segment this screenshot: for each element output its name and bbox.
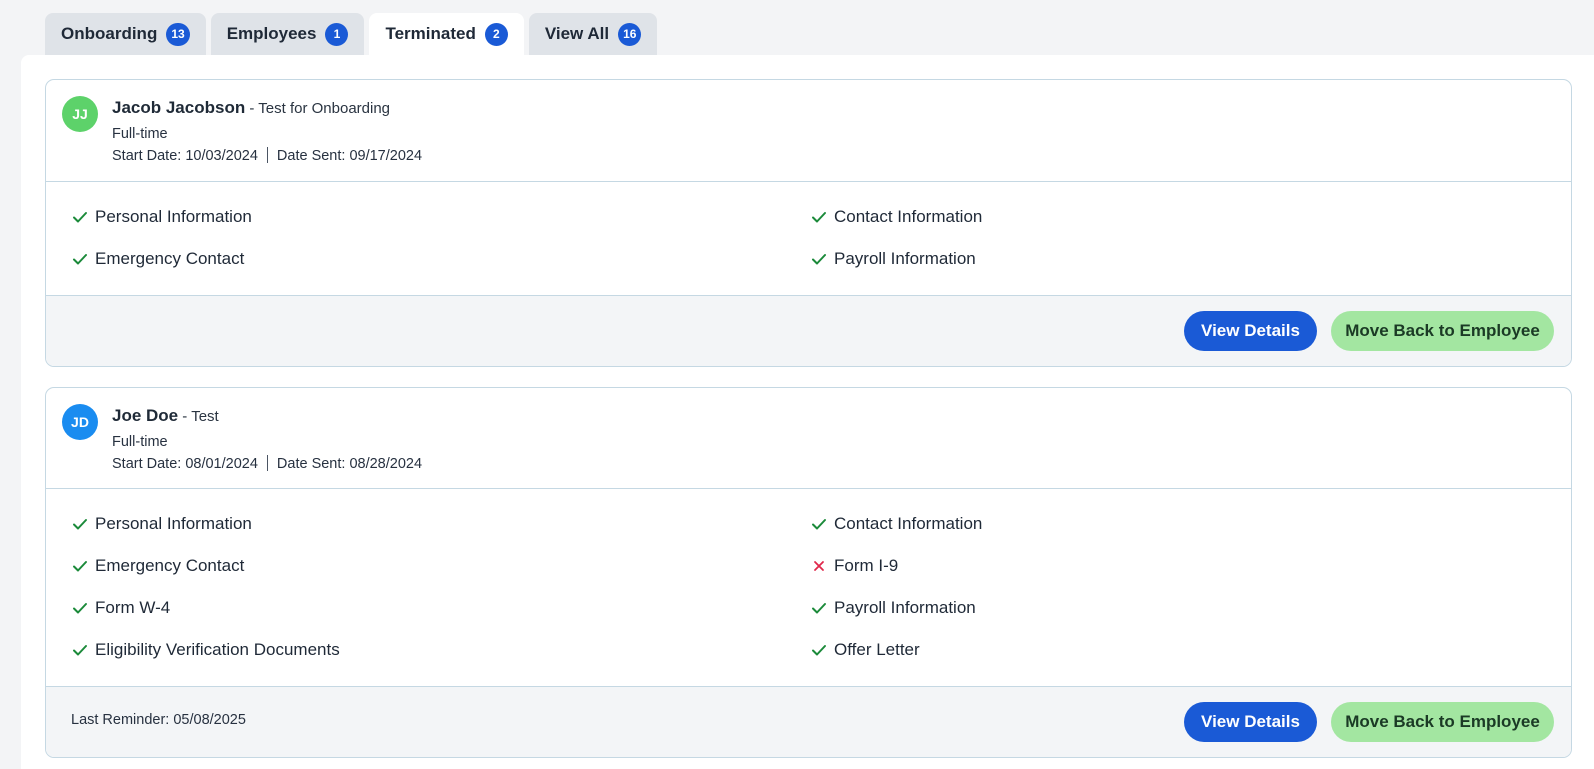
tab-label: Terminated <box>385 24 476 43</box>
checklist-item-label: Form I-9 <box>834 556 899 575</box>
checklist-item-label: Eligibility Verification Documents <box>95 640 340 659</box>
checkmark-icon <box>71 641 89 659</box>
employment-type: Full-time <box>112 126 168 142</box>
checklist-item-label: Emergency Contact <box>95 556 245 575</box>
count-badge: 13 <box>166 22 190 46</box>
card-footer: View Details Move Back to Employee <box>46 295 1571 366</box>
checklist-item: Contact Information <box>810 206 1510 228</box>
checklist-item: Offer Letter <box>810 639 1510 661</box>
cross-icon <box>810 557 828 575</box>
last-reminder: Last Reminder: 05/08/2025 <box>71 712 246 728</box>
tab-label: Employees <box>226 24 317 43</box>
count-badge: 1 <box>325 22 349 46</box>
start-date: Start Date: 08/01/2024 <box>112 456 258 472</box>
date-sent: Date Sent: 09/17/2024 <box>276 148 423 164</box>
checkmark-icon <box>71 250 89 268</box>
checklist-item-label: Form W-4 <box>95 598 171 617</box>
checklist-item-label: Payroll Information <box>834 598 976 617</box>
checklist-item: Personal Information <box>71 206 810 228</box>
checklist-item-label: Contact Information <box>834 207 983 226</box>
dates-row: Start Date: 08/01/2024 Date Sent: 08/28/2… <box>112 453 422 475</box>
move-back-to-employee-button[interactable]: Move Back to Employee <box>1331 311 1554 351</box>
tab-terminated[interactable]: Terminated 2 <box>369 13 524 55</box>
status-tabs: Onboarding 13 Employees 1 Terminated 2 V… <box>45 13 658 55</box>
date-sent: Date Sent: 08/28/2024 <box>276 456 423 472</box>
tab-onboarding[interactable]: Onboarding 13 <box>45 13 206 55</box>
employee-name: Joe Doe <box>112 406 179 425</box>
employee-name: Jacob Jacobson <box>112 98 246 117</box>
checkmark-icon <box>810 515 828 533</box>
divider <box>266 147 268 163</box>
tab-view-all[interactable]: View All 16 <box>528 13 658 55</box>
checkmark-icon <box>810 599 828 617</box>
checklist-item: Emergency Contact <box>71 555 810 577</box>
onboarding-checklist: Personal Information Contact Information E… <box>46 489 1571 661</box>
checklist-item: Payroll Information <box>810 248 1510 270</box>
tab-employees[interactable]: Employees 1 <box>210 13 365 55</box>
card-header: JD Joe Doe - Test Full-time Start Date: … <box>46 388 1571 489</box>
checklist-item: Personal Information <box>71 513 810 535</box>
employee-role: - Test for Onboarding <box>245 100 391 117</box>
view-details-button[interactable]: View Details <box>1184 702 1317 742</box>
checkmark-icon <box>71 599 89 617</box>
avatar: JJ <box>62 96 98 132</box>
checklist-item: Form I-9 <box>810 555 1510 577</box>
divider <box>266 455 268 471</box>
checklist-item: Emergency Contact <box>71 248 810 270</box>
card-footer: Last Reminder: 05/08/2025 View Details M… <box>46 686 1571 757</box>
dates-row: Start Date: 10/03/2024 Date Sent: 09/17/2… <box>112 145 422 167</box>
employee-role: - Test <box>178 408 219 425</box>
checklist-item-label: Offer Letter <box>834 640 920 659</box>
checklist-item-label: Contact Information <box>834 514 983 533</box>
onboarding-checklist: Personal Information Contact Information E… <box>46 182 1571 270</box>
employee-card: JD Joe Doe - Test Full-time Start Date: … <box>45 387 1572 758</box>
checkmark-icon <box>810 208 828 226</box>
checklist-item: Form W-4 <box>71 597 810 619</box>
tab-label: Onboarding <box>61 24 158 43</box>
employee-card: JJ Jacob Jacobson - Test for Onboarding … <box>45 79 1572 367</box>
checklist-item-label: Personal Information <box>95 514 252 533</box>
checklist-item-label: Personal Information <box>95 207 252 226</box>
checkmark-icon <box>71 208 89 226</box>
checklist-item: Contact Information <box>810 513 1510 535</box>
checkmark-icon <box>71 557 89 575</box>
tab-label: View All <box>544 24 610 43</box>
checklist-item-label: Emergency Contact <box>95 249 245 268</box>
checklist-item: Payroll Information <box>810 597 1510 619</box>
employment-type: Full-time <box>112 434 168 450</box>
view-details-button[interactable]: View Details <box>1184 311 1317 351</box>
checklist-item-label: Payroll Information <box>834 249 976 268</box>
employee-info: Joe Doe - Test Full-time Start Date: 08/… <box>112 406 422 475</box>
checkmark-icon <box>71 515 89 533</box>
start-date: Start Date: 10/03/2024 <box>112 148 258 164</box>
move-back-to-employee-button[interactable]: Move Back to Employee <box>1331 702 1554 742</box>
avatar: JD <box>62 404 98 440</box>
card-header: JJ Jacob Jacobson - Test for Onboarding … <box>46 80 1571 182</box>
checkmark-icon <box>810 250 828 268</box>
checkmark-icon <box>810 641 828 659</box>
checklist-item: Eligibility Verification Documents <box>71 639 810 661</box>
count-badge: 2 <box>484 22 508 46</box>
count-badge: 16 <box>618 22 642 46</box>
employee-info: Jacob Jacobson - Test for Onboarding Ful… <box>112 98 422 167</box>
